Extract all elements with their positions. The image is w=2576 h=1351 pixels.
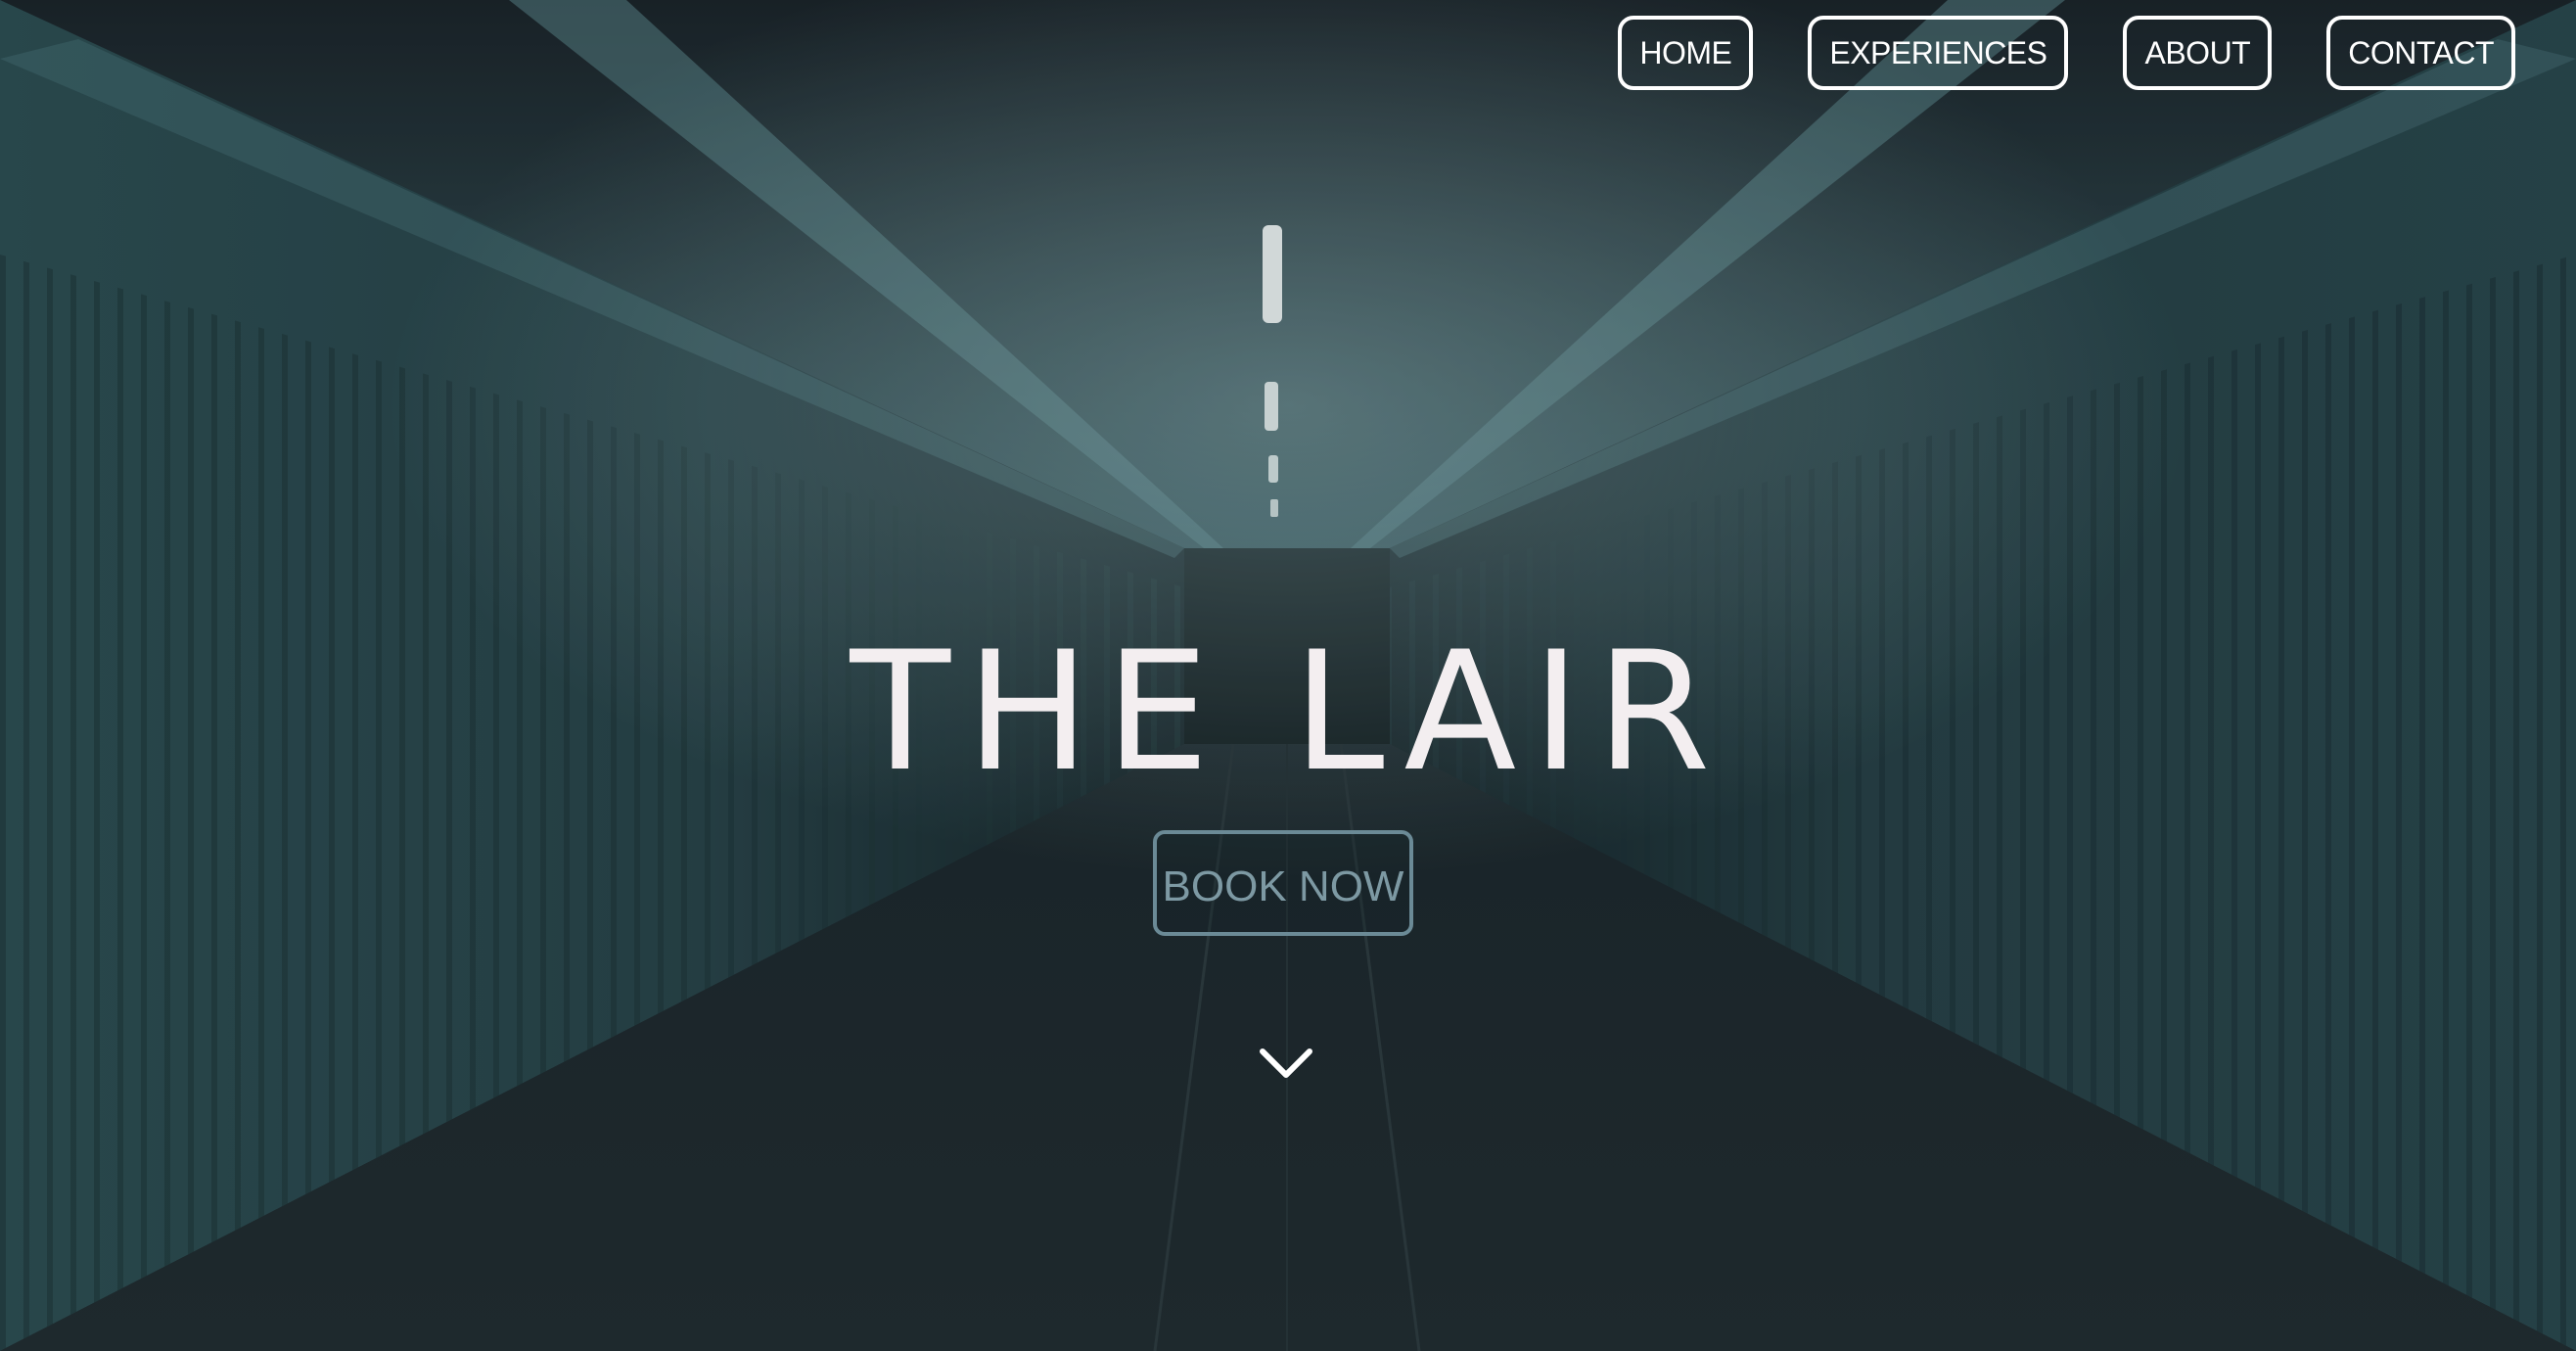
hero-title: THE LAIR [850, 615, 1726, 808]
nav-contact-button[interactable]: CONTACT [2326, 16, 2515, 90]
nav-experiences-button[interactable]: EXPERIENCES [1808, 16, 2069, 90]
chevron-down-icon[interactable] [1257, 1044, 1315, 1083]
hero-section: HOME EXPERIENCES ABOUT CONTACT THE LAIR … [0, 0, 2576, 1351]
nav-about-button[interactable]: ABOUT [2123, 16, 2273, 90]
top-navigation: HOME EXPERIENCES ABOUT CONTACT [1618, 16, 2515, 90]
nav-home-button[interactable]: HOME [1618, 16, 1754, 90]
book-now-button[interactable]: BOOK NOW [1153, 830, 1413, 936]
